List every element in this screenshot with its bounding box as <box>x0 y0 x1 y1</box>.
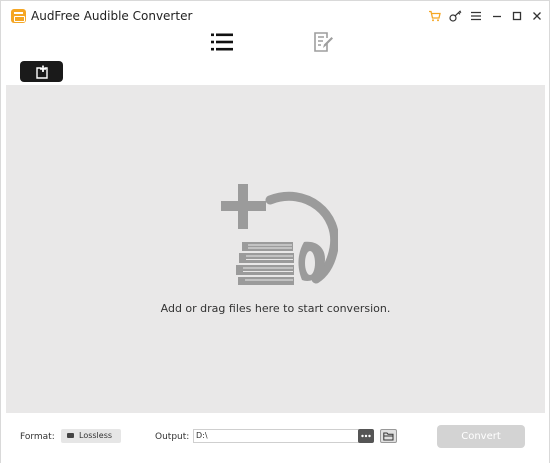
drop-hint-text: Add or drag files here to start conversi… <box>160 302 391 315</box>
edit-document-icon <box>314 32 333 52</box>
close-icon[interactable] <box>529 8 545 24</box>
more-icon <box>361 434 371 438</box>
app-window: AudFree Audible Converter Add or drag fi… <box>0 0 550 463</box>
minimize-icon[interactable] <box>489 8 505 24</box>
format-value: Lossless <box>79 431 113 440</box>
app-logo-icon <box>11 9 26 23</box>
key-icon[interactable] <box>447 8 463 24</box>
maximize-icon[interactable] <box>509 8 525 24</box>
format-label: Format: <box>20 432 55 442</box>
format-selector[interactable]: Lossless <box>61 429 121 443</box>
history-tab[interactable] <box>308 31 338 53</box>
add-files-icon <box>35 65 48 79</box>
bottom-bar: Format: Lossless Output: D:\ Convert <box>1 413 549 463</box>
browse-output-button[interactable] <box>358 429 374 443</box>
cart-icon[interactable] <box>426 8 442 24</box>
toolbar <box>1 31 549 85</box>
open-output-folder-button[interactable] <box>380 429 397 443</box>
title-bar: AudFree Audible Converter <box>1 1 549 31</box>
convert-button[interactable]: Convert <box>437 425 525 448</box>
add-audiobooks-icon <box>221 184 338 285</box>
folder-icon <box>383 432 394 440</box>
file-list-tab[interactable] <box>207 31 237 53</box>
output-label: Output: <box>155 432 190 442</box>
output-path-field[interactable]: D:\ <box>193 429 359 443</box>
add-files-button[interactable] <box>20 61 63 82</box>
app-title: AudFree Audible Converter <box>31 9 193 23</box>
list-icon <box>211 33 233 51</box>
format-icon <box>67 433 74 438</box>
drop-area[interactable]: Add or drag files here to start conversi… <box>6 85 545 413</box>
menu-icon[interactable] <box>468 8 484 24</box>
